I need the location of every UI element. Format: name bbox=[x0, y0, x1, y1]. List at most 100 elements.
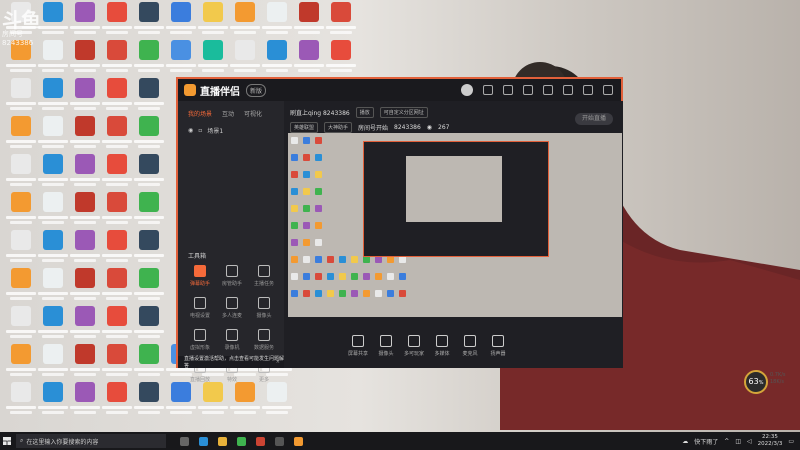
desktop-icon[interactable] bbox=[132, 154, 166, 192]
tab-interact[interactable]: 互动 bbox=[222, 109, 234, 118]
desktop-icon[interactable] bbox=[196, 40, 230, 78]
desktop-icon[interactable] bbox=[132, 230, 166, 268]
desktop-icon[interactable] bbox=[68, 192, 102, 230]
desktop-icon[interactable] bbox=[4, 230, 38, 268]
desktop-icon[interactable] bbox=[4, 382, 38, 420]
desktop-icon[interactable] bbox=[68, 344, 102, 382]
chevron-up-icon[interactable]: ^ bbox=[724, 438, 729, 445]
desktop-icon[interactable] bbox=[132, 116, 166, 154]
desktop-icon[interactable] bbox=[36, 230, 70, 268]
desktop-icon[interactable] bbox=[36, 154, 70, 192]
network-icon[interactable]: ◫ bbox=[735, 438, 741, 445]
app-titlebar[interactable]: 直播伴侣 新版 bbox=[178, 79, 621, 101]
perf-widget[interactable]: 63% bbox=[744, 370, 768, 394]
desktop-icon[interactable] bbox=[4, 116, 38, 154]
tab-visual[interactable]: 可视化 bbox=[244, 109, 262, 118]
control-button[interactable]: 多可玩家 bbox=[400, 334, 428, 357]
control-button[interactable]: 摄像头 bbox=[372, 334, 400, 357]
desktop-icon[interactable] bbox=[292, 2, 326, 40]
close-icon[interactable]: × bbox=[276, 359, 280, 365]
skin-icon[interactable] bbox=[503, 85, 513, 95]
streaming-app-window[interactable]: 直播伴侣 新版 我的场景 互动 可视化 ◉ ▫ 场景1 工具箱 弹幕助手 房管助手… bbox=[176, 77, 623, 383]
desktop-icon[interactable] bbox=[68, 268, 102, 306]
desktop-icon[interactable] bbox=[292, 40, 326, 78]
scene-item[interactable]: ◉ ▫ 场景1 bbox=[178, 122, 284, 139]
desktop-icon[interactable] bbox=[164, 382, 198, 420]
desktop-icon[interactable] bbox=[100, 382, 134, 420]
desktop-icon[interactable] bbox=[132, 40, 166, 78]
search-input[interactable]: ⌕ 在这里输入你要搜索的内容 bbox=[16, 434, 166, 448]
go-live-button[interactable]: 开始直播 bbox=[575, 113, 613, 125]
desktop-icon[interactable] bbox=[36, 40, 70, 78]
desktop-icon[interactable] bbox=[164, 2, 198, 40]
start-button[interactable] bbox=[0, 432, 14, 450]
desktop-icon[interactable] bbox=[4, 78, 38, 116]
desktop-icon[interactable] bbox=[100, 306, 134, 344]
tool-item[interactable]: 主播任务 bbox=[248, 265, 280, 287]
avatar[interactable] bbox=[461, 84, 473, 96]
desktop-icon[interactable] bbox=[4, 268, 38, 306]
desktop-icon[interactable] bbox=[100, 116, 134, 154]
task-view-icon[interactable] bbox=[180, 436, 189, 446]
tool-item[interactable]: 电视设置 bbox=[184, 297, 216, 319]
desktop-icon[interactable] bbox=[260, 2, 294, 40]
desktop-icon[interactable] bbox=[68, 40, 102, 78]
desktop-icon[interactable] bbox=[228, 2, 262, 40]
desktop-icon[interactable] bbox=[68, 306, 102, 344]
weather-icon[interactable]: ☁ bbox=[682, 438, 688, 445]
desktop-icon[interactable] bbox=[196, 2, 230, 40]
desktop-icon[interactable] bbox=[36, 2, 70, 40]
desktop-icon[interactable] bbox=[100, 2, 134, 40]
tool-item[interactable]: 虚拟形象 bbox=[184, 329, 216, 351]
tool-item[interactable]: 房管助手 bbox=[216, 265, 248, 287]
control-button[interactable]: 屏幕共享 bbox=[344, 334, 372, 357]
desktop-icon[interactable] bbox=[36, 192, 70, 230]
room-category[interactable]: 英雄联盟 bbox=[290, 122, 319, 133]
desktop-icon[interactable] bbox=[100, 344, 134, 382]
desktop-icon[interactable] bbox=[228, 382, 262, 420]
edge-icon[interactable] bbox=[199, 436, 208, 446]
desktop-icon[interactable] bbox=[100, 192, 134, 230]
desktop-icon[interactable] bbox=[132, 268, 166, 306]
tool-item[interactable]: 弹幕助手 bbox=[184, 265, 216, 287]
desktop-icon[interactable] bbox=[132, 192, 166, 230]
room-subcategory[interactable]: 大神助手 bbox=[324, 122, 353, 133]
tool-item[interactable]: 摄像头 bbox=[248, 297, 280, 319]
tab-scenes[interactable]: 我的场景 bbox=[188, 109, 212, 118]
room-link[interactable]: 可自定义分区网址 bbox=[379, 107, 428, 118]
notification-icon[interactable]: ▭ bbox=[788, 438, 794, 445]
streaming-app-icon[interactable] bbox=[294, 436, 303, 446]
desktop-icon[interactable] bbox=[36, 382, 70, 420]
desktop-icon[interactable] bbox=[68, 230, 102, 268]
desktop-icon[interactable] bbox=[100, 230, 134, 268]
desktop-icon[interactable] bbox=[132, 382, 166, 420]
app-icon[interactable] bbox=[275, 436, 284, 446]
desktop-icon[interactable] bbox=[36, 306, 70, 344]
desktop-icon[interactable] bbox=[100, 40, 134, 78]
desktop-icon[interactable] bbox=[132, 344, 166, 382]
desktop-icon[interactable] bbox=[132, 306, 166, 344]
desktop-icon[interactable] bbox=[68, 2, 102, 40]
clock[interactable]: 22:35 2022/3/3 bbox=[758, 434, 783, 448]
stream-preview[interactable] bbox=[288, 133, 622, 317]
message-icon[interactable] bbox=[483, 85, 493, 95]
notice-bar[interactable]: 直播设置激活帮助，点击查看可能发生问题解答 × bbox=[178, 356, 284, 369]
desktop-icon[interactable] bbox=[132, 78, 166, 116]
desktop-icon[interactable] bbox=[324, 2, 358, 40]
desktop-icon[interactable] bbox=[100, 268, 134, 306]
eye-icon[interactable]: ◉ bbox=[188, 127, 193, 134]
control-button[interactable]: 扬声器 bbox=[484, 334, 512, 357]
desktop-icon[interactable] bbox=[4, 306, 38, 344]
desktop-icon[interactable] bbox=[68, 116, 102, 154]
desktop-icon[interactable] bbox=[4, 192, 38, 230]
desktop-icon[interactable] bbox=[260, 382, 294, 420]
explorer-icon[interactable] bbox=[218, 436, 227, 446]
desktop-icon[interactable] bbox=[4, 344, 38, 382]
tool-item[interactable]: 录像机 bbox=[216, 329, 248, 351]
desktop-icon[interactable] bbox=[36, 268, 70, 306]
close-icon[interactable] bbox=[603, 85, 613, 95]
desktop-icon[interactable] bbox=[68, 154, 102, 192]
desktop-icon[interactable] bbox=[68, 78, 102, 116]
control-button[interactable]: 多媒体 bbox=[428, 334, 456, 357]
desktop-icon[interactable] bbox=[36, 116, 70, 154]
